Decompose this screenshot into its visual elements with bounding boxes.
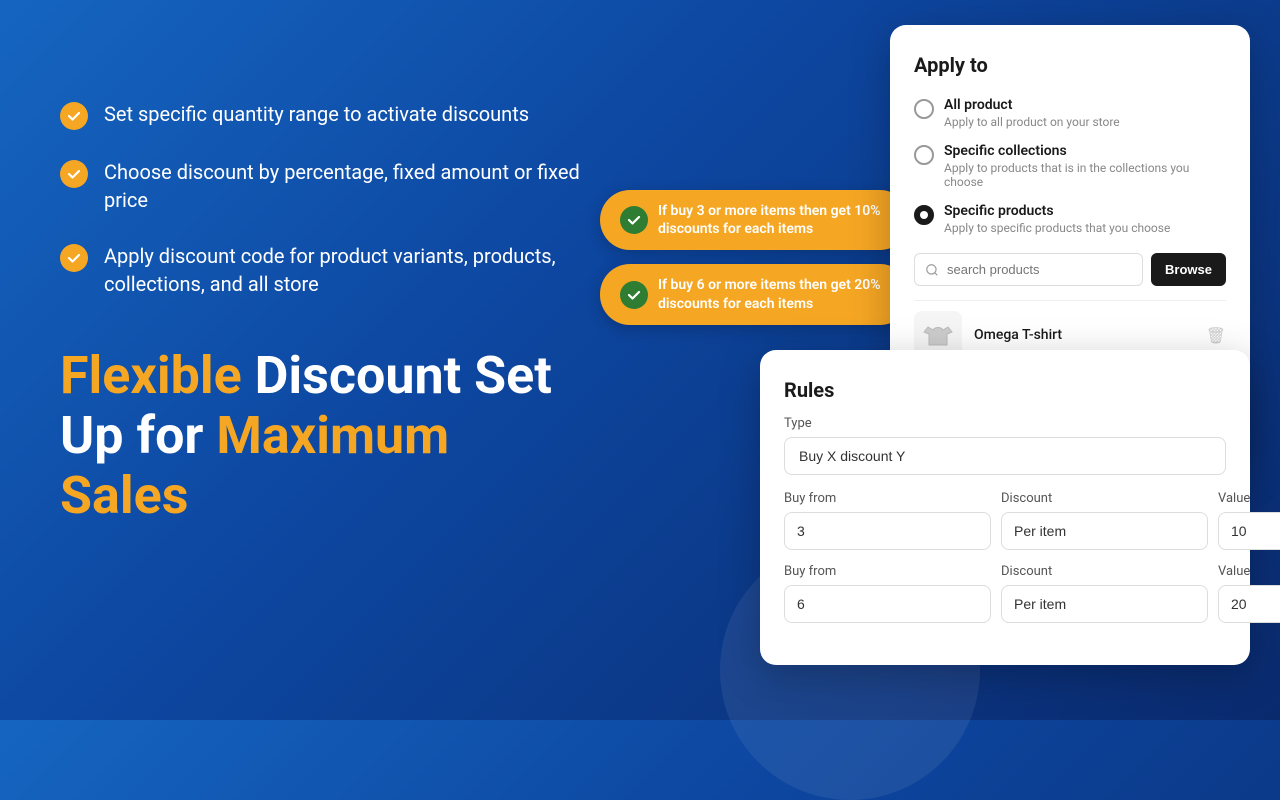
radio-circle-all-product[interactable] bbox=[914, 99, 934, 119]
search-row: Browse bbox=[914, 253, 1226, 286]
radio-desc-specific-collections: Apply to products that is in the collect… bbox=[944, 161, 1226, 189]
apply-card-title: Apply to bbox=[914, 53, 1226, 77]
field-group-buy-from-1: Buy from bbox=[784, 491, 991, 550]
feature-item-2: Choose discount by percentage, fixed amo… bbox=[60, 158, 620, 214]
radio-circle-specific-products[interactable] bbox=[914, 205, 934, 225]
buy-from-input-1[interactable] bbox=[784, 512, 991, 550]
radio-item-specific-products[interactable]: Specific products Apply to specific prod… bbox=[914, 203, 1226, 235]
field-group-value-1: Value bbox=[1218, 491, 1280, 550]
discount-label-1: Discount bbox=[1001, 491, 1208, 506]
value-label-2: Value bbox=[1218, 564, 1280, 579]
search-input[interactable] bbox=[914, 253, 1143, 286]
badge-text-1: If buy 3 or more items then get 10% disc… bbox=[658, 202, 890, 238]
badge-check-icon-1 bbox=[620, 206, 648, 234]
left-panel: Set specific quantity range to activate … bbox=[60, 100, 620, 525]
rules-title: Rules bbox=[784, 378, 1226, 402]
radio-label-specific-collections: Specific collections bbox=[944, 143, 1226, 159]
radio-group: All product Apply to all product on your… bbox=[914, 97, 1226, 235]
fields-row-1: Buy from Discount Value bbox=[784, 491, 1226, 550]
headline-flexible: Flexible bbox=[60, 345, 242, 406]
buy-from-label-1: Buy from bbox=[784, 491, 991, 506]
headline-discount-set: Discount Set bbox=[242, 345, 552, 406]
type-input[interactable] bbox=[784, 437, 1226, 475]
check-icon-3 bbox=[60, 244, 88, 272]
feature-text-1: Set specific quantity range to activate … bbox=[104, 100, 529, 128]
value-input-2[interactable] bbox=[1218, 585, 1280, 623]
radio-circle-specific-collections[interactable] bbox=[914, 145, 934, 165]
feature-text-2: Choose discount by percentage, fixed amo… bbox=[104, 158, 620, 214]
badge-text-2: If buy 6 or more items then get 20% disc… bbox=[658, 276, 890, 312]
radio-label-group-all: All product Apply to all product on your… bbox=[944, 97, 1120, 129]
feature-item-1: Set specific quantity range to activate … bbox=[60, 100, 620, 130]
field-group-discount-1: Discount bbox=[1001, 491, 1208, 550]
radio-label-specific-products: Specific products bbox=[944, 203, 1170, 219]
buy-from-input-2[interactable] bbox=[784, 585, 991, 623]
browse-button[interactable]: Browse bbox=[1151, 253, 1226, 286]
buy-from-label-2: Buy from bbox=[784, 564, 991, 579]
discount-input-2[interactable] bbox=[1001, 585, 1208, 623]
radio-item-specific-collections[interactable]: Specific collections Apply to products t… bbox=[914, 143, 1226, 189]
fields-row-2: Buy from Discount Value bbox=[784, 564, 1226, 623]
badge-2: If buy 6 or more items then get 20% disc… bbox=[600, 264, 910, 324]
headline: Flexible Discount Set Up for Maximum Sal… bbox=[60, 346, 620, 525]
headline-sales: Sales bbox=[60, 465, 188, 526]
rules-card: Rules Type Buy from Discount Value Buy f… bbox=[760, 350, 1250, 665]
radio-label-group-products: Specific products Apply to specific prod… bbox=[944, 203, 1170, 235]
badge-1: If buy 3 or more items then get 10% disc… bbox=[600, 190, 910, 250]
headline-maximum: Maximum bbox=[216, 405, 449, 466]
discount-input-1[interactable] bbox=[1001, 512, 1208, 550]
radio-label-all-product: All product bbox=[944, 97, 1120, 113]
badge-check-icon-2 bbox=[620, 281, 648, 309]
radio-desc-specific-products: Apply to specific products that you choo… bbox=[944, 221, 1170, 235]
field-group-buy-from-2: Buy from bbox=[784, 564, 991, 623]
product-name-tshirt: Omega T-shirt bbox=[974, 327, 1194, 343]
radio-desc-all-product: Apply to all product on your store bbox=[944, 115, 1120, 129]
badge-container: If buy 3 or more items then get 10% disc… bbox=[600, 190, 910, 339]
feature-item-3: Apply discount code for product variants… bbox=[60, 242, 620, 298]
discount-label-2: Discount bbox=[1001, 564, 1208, 579]
check-icon-2 bbox=[60, 160, 88, 188]
field-group-value-2: Value bbox=[1218, 564, 1280, 623]
radio-label-group-collections: Specific collections Apply to products t… bbox=[944, 143, 1226, 189]
value-label-1: Value bbox=[1218, 491, 1280, 506]
type-label: Type bbox=[784, 416, 1226, 431]
value-input-1[interactable] bbox=[1218, 512, 1280, 550]
check-icon-1 bbox=[60, 102, 88, 130]
headline-up-for: Up for bbox=[60, 405, 216, 466]
radio-item-all-product[interactable]: All product Apply to all product on your… bbox=[914, 97, 1226, 129]
feature-text-3: Apply discount code for product variants… bbox=[104, 242, 620, 298]
field-group-discount-2: Discount bbox=[1001, 564, 1208, 623]
delete-icon-tshirt[interactable]: 🗑 bbox=[1206, 326, 1226, 345]
feature-list: Set specific quantity range to activate … bbox=[60, 100, 620, 298]
